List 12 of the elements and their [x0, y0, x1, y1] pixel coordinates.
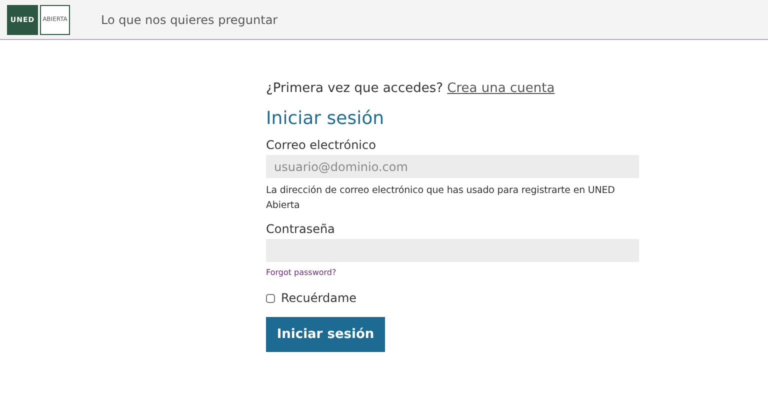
forgot-password-link[interactable]: Forgot password? [266, 268, 639, 277]
register-prompt: ¿Primera vez que accedes? [266, 81, 444, 96]
login-button[interactable]: Iniciar sesión [266, 317, 385, 352]
remember-label: Recuérdame [281, 291, 357, 305]
field-label: Correo electrónico [266, 137, 377, 153]
register-link[interactable]: Crea una cuenta [447, 81, 555, 96]
input-field[interactable]: usuario@dominio.com [266, 155, 639, 178]
remember-checkbox[interactable] [266, 294, 275, 302]
nav-link[interactable]: Lo que nos quieres preguntar [101, 12, 278, 26]
form-title: Iniciar sesión [266, 108, 386, 129]
field-label: Contraseña [266, 221, 336, 237]
help-text: La dirección de correo electrónico que has usado para registrarte en UNED Abierta [266, 184, 616, 213]
